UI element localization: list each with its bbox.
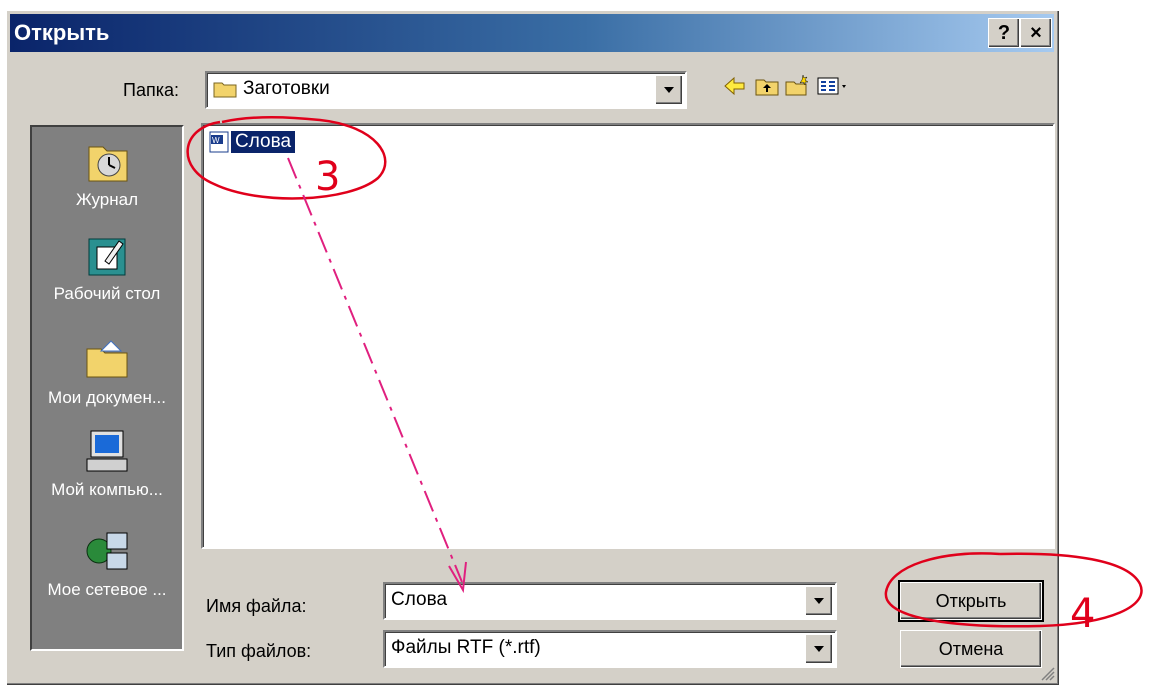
step3-circle bbox=[186, 115, 387, 200]
step4-label: 4 bbox=[1070, 591, 1095, 637]
drag-arrow-line bbox=[287, 157, 463, 583]
annotation-overlay: 3 4 bbox=[186, 115, 1143, 637]
step4-circle bbox=[884, 552, 1143, 628]
drag-arrow-head bbox=[448, 561, 467, 594]
step3-label: 3 bbox=[315, 154, 340, 200]
